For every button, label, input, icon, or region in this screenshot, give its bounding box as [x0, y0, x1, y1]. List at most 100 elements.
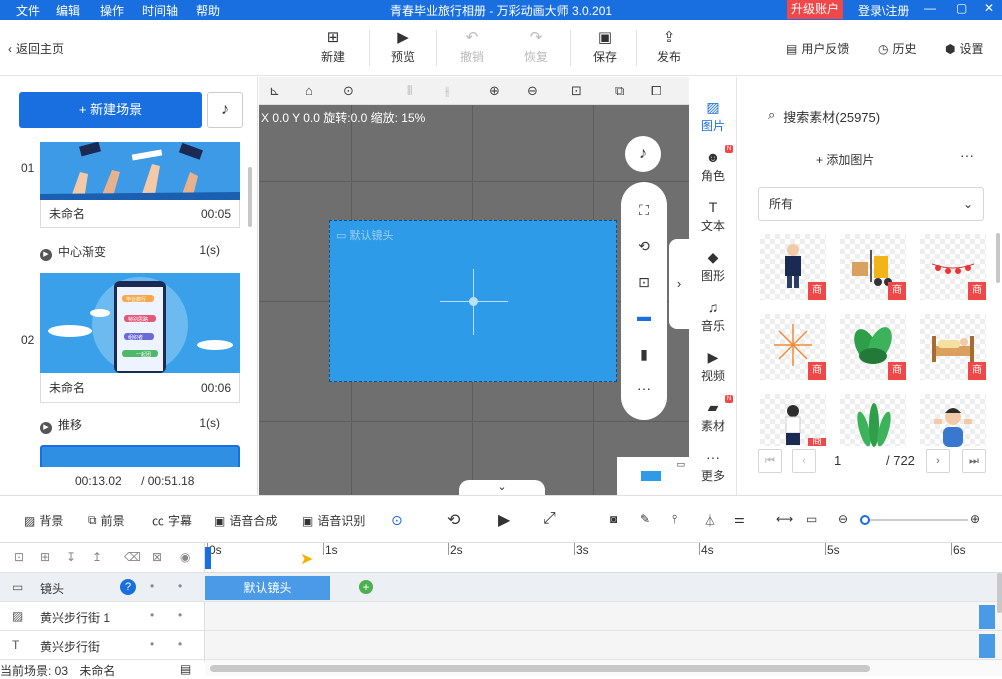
screen-landscape-icon[interactable]: ▬: [621, 308, 667, 324]
new-scene-button[interactable]: + 新建场景: [19, 92, 202, 128]
music-note-icon[interactable]: ♪: [207, 92, 243, 128]
maximize-icon[interactable]: ▢: [956, 1, 967, 15]
new-folder-icon[interactable]: ⊞: [40, 550, 50, 564]
eye-icon[interactable]: ◉: [180, 550, 190, 564]
asset-tile[interactable]: [920, 394, 986, 447]
tab-text[interactable]: T 文本: [689, 199, 737, 234]
timeline-horizontal-scrollbar[interactable]: [210, 665, 870, 672]
ruler-icon[interactable]: ⊾: [269, 83, 280, 99]
lock-dot-icon[interactable]: •: [150, 637, 154, 651]
transition-1[interactable]: ▶ 中心渐变 1(s): [40, 243, 220, 261]
play-icon[interactable]: ▶: [498, 510, 510, 530]
asset-scrollbar[interactable]: [996, 233, 1000, 283]
zoom-out-icon[interactable]: ⊖: [527, 83, 538, 99]
lock-dot-icon[interactable]: •: [150, 608, 154, 622]
more-icon[interactable]: ···: [621, 380, 667, 396]
menu-file[interactable]: 文件: [16, 2, 56, 19]
tts-button[interactable]: ▣ 语音合成: [214, 512, 277, 529]
asset-tile[interactable]: [840, 394, 906, 447]
menu-timeline[interactable]: 时间轴: [142, 2, 192, 19]
menu-edit[interactable]: 编辑: [56, 2, 96, 19]
background-button[interactable]: ▨ 背景: [24, 512, 63, 529]
camera-icon[interactable]: ◙: [610, 512, 617, 526]
filter-icon[interactable]: ⏃: [704, 512, 716, 529]
tab-more[interactable]: ··· 更多: [689, 449, 737, 484]
track-text[interactable]: T 黄兴步行街 • •: [0, 631, 205, 660]
asset-tile[interactable]: 商: [920, 234, 986, 300]
upgrade-button[interactable]: 升级账户: [787, 0, 844, 19]
visible-dot-icon[interactable]: •: [178, 637, 182, 651]
menu-help[interactable]: 帮助: [196, 2, 236, 19]
move-down-icon[interactable]: ↧: [66, 550, 76, 564]
settings-button[interactable]: ⬢ 设置: [945, 40, 984, 57]
lock-icon[interactable]: ⊡: [571, 83, 582, 99]
tab-video[interactable]: ▶ 视频: [689, 349, 737, 384]
camera-clip[interactable]: 默认镜头: [205, 576, 330, 600]
scene-thumbnail-3[interactable]: [40, 445, 240, 467]
asset-tile[interactable]: 商: [760, 234, 826, 300]
lock-dot-icon[interactable]: •: [150, 579, 154, 593]
help-icon[interactable]: ?: [120, 579, 136, 595]
visible-dot-icon[interactable]: •: [178, 579, 182, 593]
feedback-button[interactable]: ▤ 用户反馈: [786, 40, 849, 57]
prev-page-icon[interactable]: ‹: [792, 449, 816, 473]
unlock-icon[interactable]: ⊡: [621, 274, 667, 291]
lock-icon[interactable]: ⊠: [152, 550, 162, 564]
asset-tile[interactable]: 商: [760, 394, 826, 446]
rotate-icon[interactable]: ⟲: [621, 238, 667, 255]
align-icon[interactable]: ⫴: [407, 83, 412, 99]
screen-portrait-icon[interactable]: ▮: [621, 346, 667, 363]
more-icon[interactable]: ···: [960, 147, 974, 163]
replay-icon[interactable]: ⟲: [447, 510, 460, 530]
undo-button[interactable]: ↶ 撤销: [447, 28, 497, 65]
copy-icon[interactable]: ⧉: [615, 83, 624, 99]
more-circle-icon[interactable]: ⊙: [343, 83, 354, 99]
first-page-icon[interactable]: ⏮: [758, 449, 782, 473]
track-image[interactable]: ▨ 黄兴步行街 1 • •: [0, 602, 205, 631]
tab-shape[interactable]: ◆ 图形: [689, 249, 737, 284]
edit-icon[interactable]: ✎: [640, 512, 650, 526]
playhead[interactable]: [205, 547, 211, 569]
current-page[interactable]: 1: [834, 453, 841, 468]
tab-material[interactable]: ▰ N 素材: [689, 395, 737, 434]
scene-scrollbar[interactable]: [248, 167, 252, 227]
close-icon[interactable]: ✕: [984, 1, 994, 15]
more-circle-icon[interactable]: ⊙: [391, 512, 403, 529]
redo-button[interactable]: ↷ 恢复: [511, 28, 561, 65]
zoom-in-icon[interactable]: ⊕: [489, 83, 500, 99]
transition-2[interactable]: ▶ 推移 1(s): [40, 416, 220, 434]
history-button[interactable]: ◷ 历史: [878, 40, 917, 57]
timeline-zoom-slider[interactable]: [860, 515, 968, 525]
slider-knob[interactable]: [860, 515, 870, 525]
publish-button[interactable]: ⇪ 发布: [644, 28, 694, 65]
new-button[interactable]: ⊞ 新建: [308, 28, 358, 65]
foreground-button[interactable]: ⧉ 前景: [88, 512, 125, 529]
clip-end[interactable]: [979, 634, 995, 658]
minimize-icon[interactable]: —: [924, 1, 936, 15]
scene-thumbnail-1[interactable]: [40, 142, 240, 200]
tab-image[interactable]: ▨ 图片: [689, 99, 737, 134]
fit-width-icon[interactable]: ⟷: [776, 512, 793, 526]
chevron-right-icon[interactable]: ›: [669, 239, 689, 329]
one-to-one-icon[interactable]: ▭: [806, 512, 817, 526]
split-icon[interactable]: ⫯: [672, 512, 677, 527]
minimap-toggle-icon[interactable]: ▭: [676, 459, 685, 470]
speech-recognition-button[interactable]: ▣ 语音识别: [302, 512, 365, 529]
zoom-out-icon[interactable]: ⊖: [838, 512, 848, 526]
move-up-icon[interactable]: ↥: [92, 550, 102, 564]
fullscreen-icon[interactable]: ⤢: [543, 510, 556, 528]
music-note-icon[interactable]: ♪: [625, 136, 661, 172]
asset-tile[interactable]: 商: [760, 314, 826, 380]
track-camera[interactable]: ▭ 镜头 ? • •: [0, 573, 205, 602]
trash-icon[interactable]: ⌫: [124, 550, 141, 564]
timeline-ruler[interactable]: 0s 1s 2s 3s 4s 5s 6s ➤: [205, 543, 1002, 573]
adjust-icon[interactable]: ⚌: [734, 512, 745, 526]
preview-button[interactable]: ▶ 预览: [378, 28, 428, 65]
zoom-in-icon[interactable]: ⊕: [970, 512, 980, 526]
distribute-icon[interactable]: ⫲: [445, 83, 449, 99]
asset-tile[interactable]: 商: [840, 234, 906, 300]
asset-tile[interactable]: 商: [920, 314, 986, 380]
home-icon[interactable]: ⌂: [305, 83, 313, 98]
back-home-button[interactable]: ‹ 返回主页: [8, 40, 64, 57]
add-image-button[interactable]: + 添加图片: [816, 151, 874, 168]
